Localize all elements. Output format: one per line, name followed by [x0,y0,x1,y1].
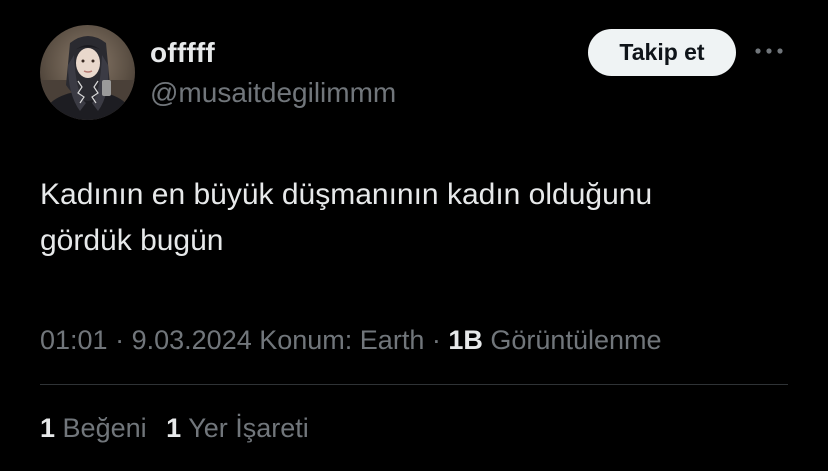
tweet-date[interactable]: 9.03.2024 [132,325,252,355]
bookmarks-label: Yer İşareti [188,413,309,443]
avatar-image [40,25,135,120]
likes-stat[interactable]: 1 Beğeni [40,410,147,446]
likes-count: 1 [40,413,56,443]
tweet-card: offfff @musaitdegilimmm Takip et Kadının… [0,0,828,471]
meta-separator: · [431,325,441,355]
avatar[interactable] [40,25,135,120]
tweet-location: Konum: Earth [259,325,425,355]
author-handle[interactable]: @musaitdegilimmm [150,76,396,110]
tweet-time[interactable]: 01:01 [40,325,108,355]
follow-button[interactable]: Takip et [588,29,736,76]
bookmarks-stat[interactable]: 1 Yer İşareti [166,410,309,446]
tweet-text-line: Kadının en büyük düşmanının kadın olduğu… [40,178,653,211]
likes-label: Beğeni [62,413,147,443]
tweet-text-line: gördük bugün [40,224,224,257]
tweet-stats: 1 Beğeni 1 Yer İşareti [40,410,321,446]
tweet-meta: 01:01 · 9.03.2024 Konum: Earth · 1B Görü… [40,322,662,358]
views-count: 1B [448,325,483,355]
author-display-name[interactable]: offfff [150,36,215,70]
tweet-text: Kadının en büyük düşmanının kadın olduğu… [40,172,800,264]
bookmarks-count: 1 [166,413,182,443]
meta-separator: · [115,325,125,355]
more-horizontal-icon [755,48,783,54]
more-options-button[interactable] [752,38,786,64]
divider [40,384,788,385]
views-label: Görüntülenme [490,325,662,355]
